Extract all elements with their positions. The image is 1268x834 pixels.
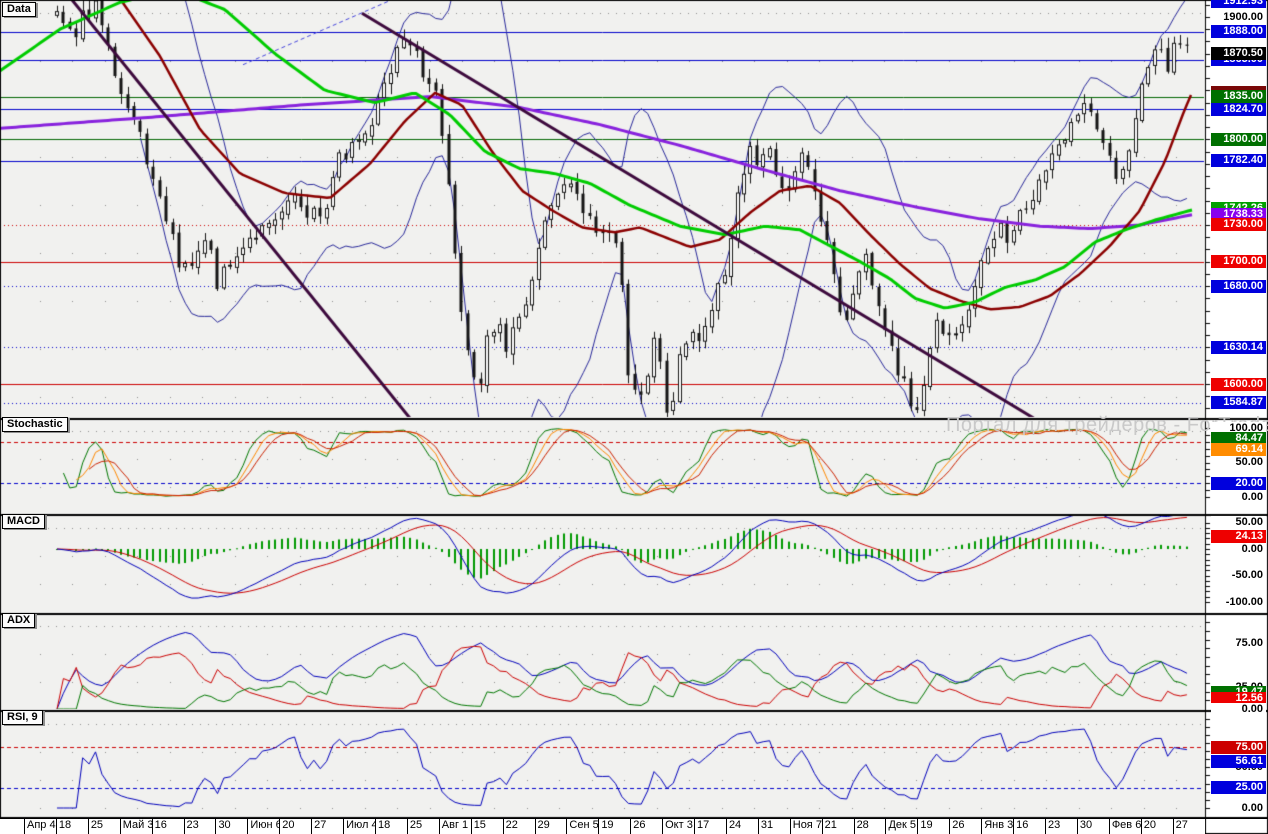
axis-label-1835.00: 1835.00 xyxy=(1211,90,1266,103)
date-label: Авг 1 xyxy=(439,819,471,834)
date-label: 19 xyxy=(598,819,630,834)
axis-label-1584.87: 1584.87 xyxy=(1211,396,1266,409)
axis-label-56.61: 56.61 xyxy=(1211,755,1266,768)
date-label: 21 xyxy=(822,819,854,834)
axis-label-1630.14: 1630.14 xyxy=(1211,341,1266,354)
date-label: 23 xyxy=(184,819,216,834)
axis-label-1600.00: 1600.00 xyxy=(1211,378,1266,391)
date-label: Окт 3 xyxy=(662,819,694,834)
date-label: 16 xyxy=(1013,819,1045,834)
panel-label-macd[interactable]: MACD xyxy=(2,514,45,529)
date-label: 30 xyxy=(1077,819,1109,834)
time-axis[interactable]: Апр 41825Май 3162330Июн 62027Июл 41825Ав… xyxy=(0,819,1205,834)
date-label: Янв 3 xyxy=(981,819,1013,834)
date-label: 18 xyxy=(375,819,407,834)
date-label: 19 xyxy=(917,819,949,834)
panel-label-stoch[interactable]: Stochastic xyxy=(2,417,68,432)
axis-label-75.00: 75.00 xyxy=(1211,741,1266,754)
axis-label--50.00: -50.00 xyxy=(1211,569,1266,582)
panel-label-main[interactable]: Data xyxy=(2,2,36,17)
date-label: 27 xyxy=(311,819,343,834)
date-label: 27 xyxy=(1173,819,1205,834)
date-label: Апр 4 xyxy=(24,819,56,834)
axis-label-1870.50: 1870.50 xyxy=(1211,47,1266,60)
date-label: 31 xyxy=(758,819,790,834)
axis-label-0.00: 0.00 xyxy=(1211,703,1266,716)
date-label: 22 xyxy=(503,819,535,834)
axis-label-24.13: 24.13 xyxy=(1211,530,1266,543)
axis-label-75.00: 75.00 xyxy=(1211,637,1266,650)
axis-label-1800.00: 1800.00 xyxy=(1211,133,1266,146)
date-label: Сен 5 xyxy=(566,819,598,834)
date-label: 29 xyxy=(535,819,567,834)
axis-label-50.00: 50.00 xyxy=(1211,516,1266,529)
time-axis-spacer xyxy=(0,819,24,834)
date-label: 17 xyxy=(694,819,726,834)
date-label: Ноя 7 xyxy=(790,819,822,834)
date-label: 26 xyxy=(630,819,662,834)
date-label: 25 xyxy=(88,819,120,834)
date-label: 23 xyxy=(1045,819,1077,834)
trading-terminal-window: Портал для трейдеров - ForTrader.ru Data… xyxy=(0,0,1268,834)
date-label: Июн 6 xyxy=(247,819,279,834)
axis-label-1700.00: 1700.00 xyxy=(1211,255,1266,268)
axis-label-0.00: 0.00 xyxy=(1211,802,1266,815)
date-label: Июл 4 xyxy=(343,819,375,834)
date-label: 20 xyxy=(279,819,311,834)
date-label: 20 xyxy=(1141,819,1173,834)
date-label: Фев 6 xyxy=(1109,819,1141,834)
panel-label-adx[interactable]: ADX xyxy=(2,613,35,628)
date-label: 30 xyxy=(215,819,247,834)
axis-label-0.00: 0.00 xyxy=(1211,491,1266,504)
date-label: 25 xyxy=(407,819,439,834)
date-label: Май 3 xyxy=(120,819,152,834)
axis-label-69.14: 69.14 xyxy=(1211,443,1266,456)
axis-label-1824.70: 1824.70 xyxy=(1211,103,1266,116)
date-label: 15 xyxy=(471,819,503,834)
axis-label-50.00: 50.00 xyxy=(1211,456,1266,469)
date-label: 28 xyxy=(854,819,886,834)
date-label: 24 xyxy=(726,819,758,834)
date-label: Дек 5 xyxy=(885,819,917,834)
axis-label-20.00: 20.00 xyxy=(1211,477,1266,490)
axis-label-1888.00: 1888.00 xyxy=(1211,25,1266,38)
axis-label-0.00: 0.00 xyxy=(1211,543,1266,556)
axis-label-1680.00: 1680.00 xyxy=(1211,280,1266,293)
axis-label-1782.40: 1782.40 xyxy=(1211,154,1266,167)
panel-label-rsi[interactable]: RSI, 9 xyxy=(2,710,43,725)
date-label: 18 xyxy=(56,819,88,834)
date-label: 16 xyxy=(152,819,184,834)
axis-label-1912.93: 1912.93 xyxy=(1211,0,1266,8)
axis-label-1730.00: 1730.00 xyxy=(1211,218,1266,231)
date-label: 26 xyxy=(949,819,981,834)
axis-label-25.00: 25.00 xyxy=(1211,781,1266,794)
axis-label-1900.00: 1900.00 xyxy=(1211,11,1266,24)
axis-label--100.00: -100.00 xyxy=(1211,596,1266,609)
